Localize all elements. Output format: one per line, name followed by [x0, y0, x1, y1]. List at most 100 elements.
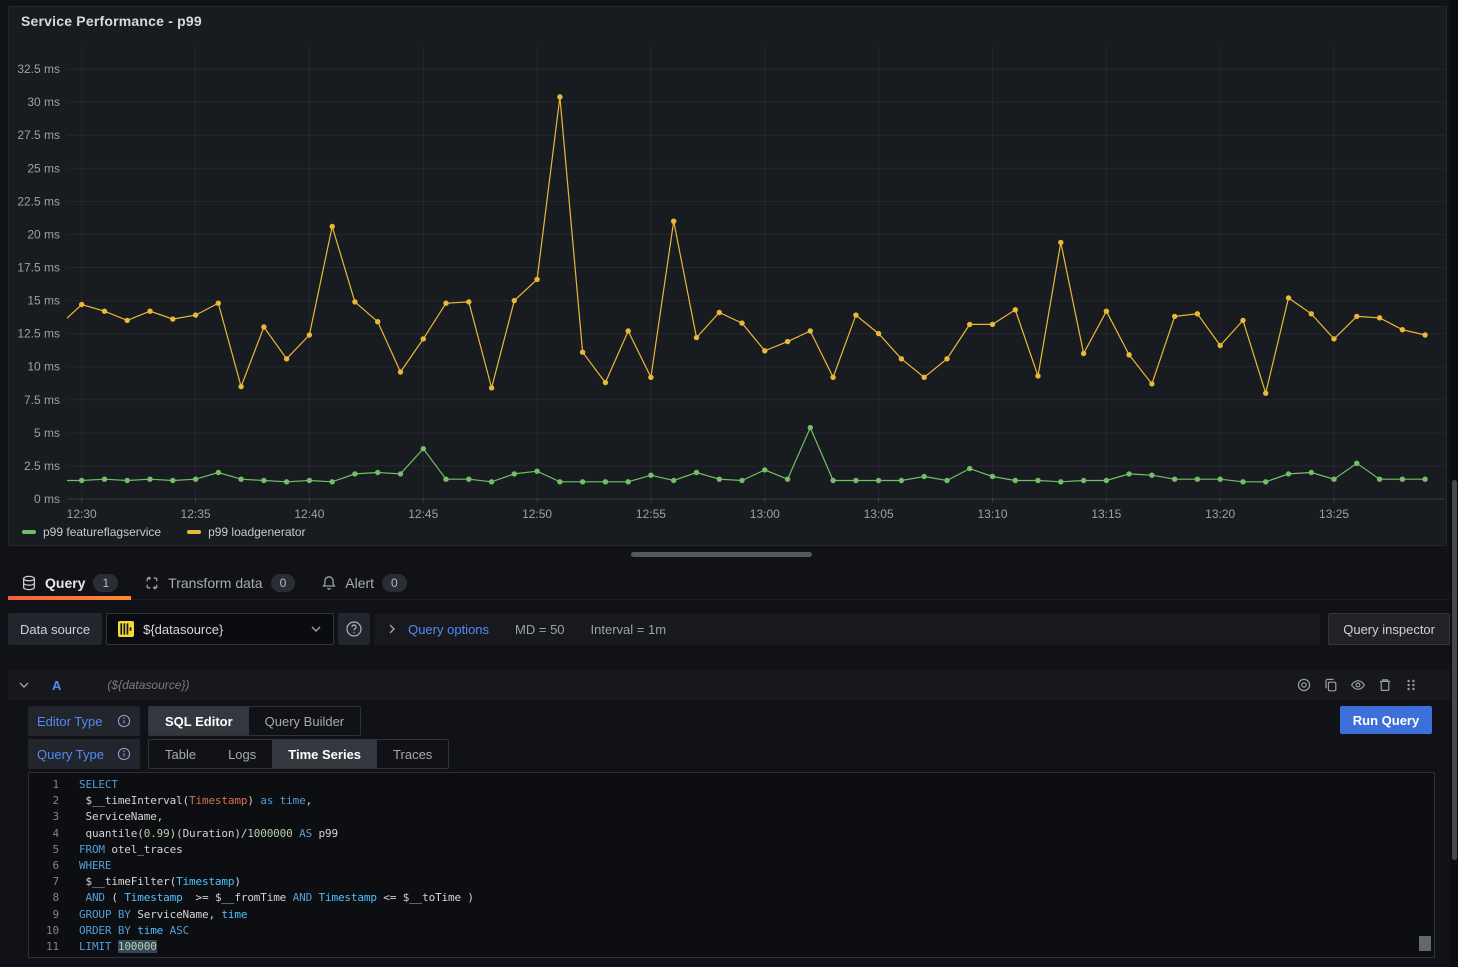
x-axis-label: 12:45: [408, 507, 438, 521]
series-p99-loadgenerator: [56, 94, 1428, 396]
legend-item-loadgenerator[interactable]: p99 loadgenerator: [187, 525, 305, 539]
tab-transform-data[interactable]: Transform data 0: [131, 566, 308, 599]
editor-type-group: SQL Editor Query Builder: [148, 706, 361, 736]
editor-type-label: Editor Type: [28, 706, 140, 736]
x-axis-label: 12:50: [522, 507, 552, 521]
y-axis-label: 5 ms: [34, 426, 60, 440]
datasource-label: Data source: [8, 613, 102, 645]
line-number: 10: [29, 923, 59, 939]
query-inspector-button[interactable]: Query inspector: [1328, 613, 1450, 645]
series-p99-featureflagservice: [56, 425, 1428, 485]
query-type-option-time-series[interactable]: Time Series: [272, 740, 377, 768]
page-scrollbar-thumb[interactable]: [1452, 480, 1457, 860]
query-options-interval: Interval = 1m: [591, 622, 667, 637]
transform-icon: [144, 575, 160, 591]
run-query-button[interactable]: Run Query: [1340, 706, 1432, 734]
legend-label: p99 featureflagservice: [43, 525, 161, 539]
bell-icon: [321, 575, 337, 591]
query-options-link[interactable]: Query options: [408, 622, 489, 637]
y-axis-label: 7.5 ms: [24, 393, 60, 407]
line-number: 5: [29, 842, 59, 858]
line-number: 7: [29, 874, 59, 890]
tab-query-count-badge: 1: [93, 574, 118, 592]
hide-response-eye-icon[interactable]: [1350, 677, 1366, 693]
query-datasource-hint: (${datasource}): [107, 678, 189, 692]
query-ref-id[interactable]: A: [52, 678, 61, 693]
y-axis-label: 25 ms: [27, 161, 60, 175]
tab-alert-count-badge: 0: [382, 574, 407, 592]
editor-type-option-query-builder[interactable]: Query Builder: [249, 707, 360, 735]
x-axis-label: 12:40: [294, 507, 324, 521]
x-axis-label: 13:05: [864, 507, 894, 521]
editor-tabs: Query 1 Transform data 0 A: [8, 566, 1458, 600]
x-axis-label: 13:15: [1091, 507, 1121, 521]
code-line: 8 AND ( Timestamp >= $__fromTime AND Tim…: [29, 890, 1434, 906]
drag-handle-icon[interactable]: [1404, 677, 1418, 693]
y-axis-label: 27.5 ms: [17, 128, 60, 142]
query-type-group: Table Logs Time Series Traces: [148, 739, 449, 769]
query-row-header: A (${datasource}): [8, 670, 1450, 700]
tab-query[interactable]: Query 1: [8, 566, 131, 599]
code-line: 5FROM otel_traces: [29, 842, 1434, 858]
tab-transform-count-badge: 0: [271, 574, 296, 592]
query-type-option-table[interactable]: Table: [149, 740, 212, 768]
query-toolbar: Data source ${datasource}: [8, 613, 1450, 645]
query-type-label: Query Type: [28, 739, 140, 769]
tab-alert[interactable]: Alert 0: [308, 566, 419, 599]
query-row-actions: [1296, 677, 1440, 693]
x-axis-label: 12:35: [181, 507, 211, 521]
query-type-option-logs[interactable]: Logs: [212, 740, 272, 768]
line-number: 1: [29, 777, 59, 793]
legend-item-featureflagservice[interactable]: p99 featureflagservice: [22, 525, 161, 539]
sql-code-editor[interactable]: 1SELECT2 $__timeInterval(Timestamp) as t…: [28, 772, 1435, 958]
line-number: 3: [29, 809, 59, 825]
y-axis-label: 17.5 ms: [17, 260, 60, 274]
info-circle-icon[interactable]: [117, 714, 131, 728]
delete-query-trash-icon[interactable]: [1377, 677, 1393, 693]
legend-swatch-yellow: [187, 530, 201, 534]
query-options-bar: Query options MD = 50 Interval = 1m: [374, 613, 1320, 645]
grafana-panel-editor: Service Performance - p99 0 ms2.5 ms5 ms…: [0, 0, 1458, 967]
collapse-chevron-icon[interactable]: [18, 679, 30, 691]
editor-overview-scroll-thumb[interactable]: [1419, 936, 1431, 951]
clickhouse-datasource-icon: [117, 620, 135, 638]
line-number: 11: [29, 939, 59, 955]
code-line: 6WHERE: [29, 858, 1434, 874]
horizontal-scrollbar-thumb[interactable]: [631, 552, 812, 557]
chevron-down-icon: [309, 622, 323, 636]
duplicate-query-icon[interactable]: [1323, 677, 1339, 693]
line-number: 4: [29, 826, 59, 842]
chevron-right-icon[interactable]: [386, 623, 398, 635]
timeseries-panel: Service Performance - p99 0 ms2.5 ms5 ms…: [8, 6, 1447, 546]
query-type-row: Query Type Table Logs Time Series Traces: [28, 739, 449, 769]
y-axis-label: 12.5 ms: [17, 327, 60, 341]
x-axis-label: 12:30: [67, 507, 97, 521]
tab-label: Transform data: [168, 575, 262, 591]
code-line: 7 $__timeFilter(Timestamp): [29, 874, 1434, 890]
query-options-md: MD = 50: [515, 622, 565, 637]
x-axis-label: 13:20: [1205, 507, 1235, 521]
code-line: 9GROUP BY ServiceName, time: [29, 907, 1434, 923]
y-axis-label: 0 ms: [34, 492, 60, 506]
y-axis-label: 10 ms: [27, 360, 60, 374]
datasource-help-button[interactable]: [338, 613, 370, 645]
y-axis-label: 22.5 ms: [17, 194, 60, 208]
x-axis-label: 12:55: [636, 507, 666, 521]
code-line: 10ORDER BY time ASC: [29, 923, 1434, 939]
info-circle-icon[interactable]: [117, 747, 131, 761]
y-axis-label: 32.5 ms: [17, 62, 60, 76]
tab-label: Alert: [345, 575, 374, 591]
disable-query-icon[interactable]: [1296, 677, 1312, 693]
database-icon: [21, 575, 37, 591]
datasource-select[interactable]: ${datasource}: [106, 613, 334, 645]
timeseries-chart[interactable]: 0 ms2.5 ms5 ms7.5 ms10 ms12.5 ms15 ms17.…: [9, 7, 1446, 545]
code-line: 3 ServiceName,: [29, 809, 1434, 825]
editor-type-option-sql-editor[interactable]: SQL Editor: [149, 707, 249, 735]
code-line: 11LIMIT 100000: [29, 939, 1434, 955]
line-number: 9: [29, 907, 59, 923]
chart-legend: p99 featureflagservice p99 loadgenerator: [22, 525, 306, 539]
x-axis-label: 13:00: [750, 507, 780, 521]
query-type-option-traces[interactable]: Traces: [377, 740, 448, 768]
x-axis-label: 13:25: [1319, 507, 1349, 521]
tab-label: Query: [45, 575, 85, 591]
